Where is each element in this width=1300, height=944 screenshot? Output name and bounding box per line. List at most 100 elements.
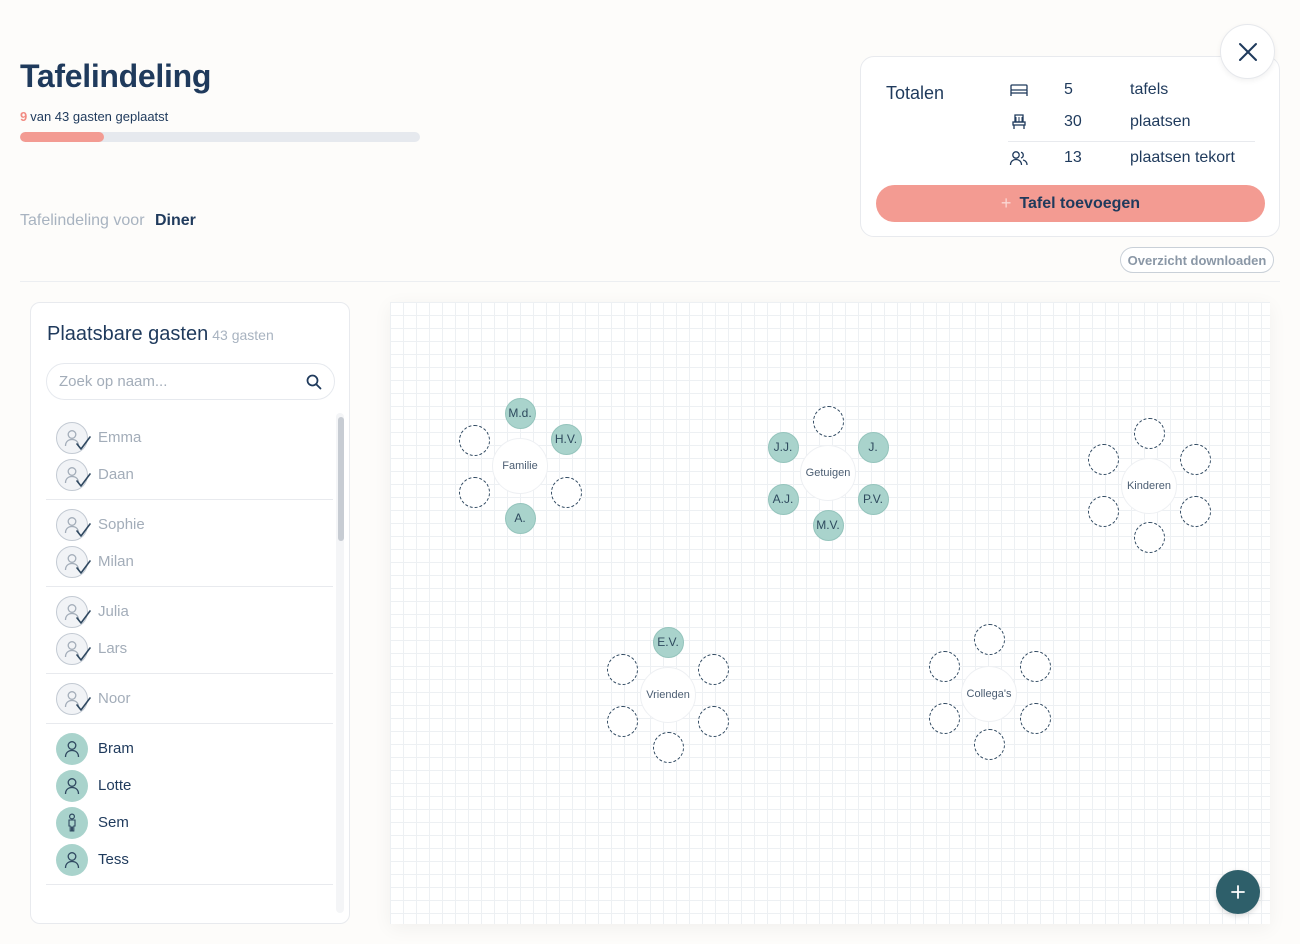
guest-list-item[interactable]: Bram [46,730,333,767]
shortage-count: 13 [1064,148,1082,166]
placed-check-icon [75,472,91,493]
seat-filled[interactable]: E.V. [652,626,684,658]
placed-check-icon [75,646,91,667]
close-icon [1238,42,1257,61]
guest-list-item[interactable]: Lars [46,630,333,667]
child-icon [65,812,79,833]
person-icon [63,850,81,870]
placed-check-icon [75,559,91,580]
guest-name: Sophie [98,516,145,533]
totals-row-seats: 30 plaatsen [1008,106,1255,138]
seat-empty[interactable] [458,424,490,456]
guest-panel-title-text: Plaatsbare gasten [47,323,209,345]
download-overview-button[interactable]: Overzicht downloaden [1120,247,1274,273]
guest-name: Emma [98,429,142,446]
seat-empty[interactable] [1019,650,1051,682]
seat-empty[interactable] [928,702,960,734]
table-center[interactable]: Vrienden [640,667,696,723]
placement-progress-bar [20,132,420,142]
guest-list-item[interactable]: Lotte [46,767,333,804]
placed-check-icon [75,435,91,456]
guest-list-item[interactable]: Julia [46,593,333,630]
header-divider [20,281,1280,282]
page-title: Tafelindeling [20,58,212,94]
placement-progress-text: 9 van 43 gasten geplaatst [20,109,168,124]
table-center[interactable]: Kinderen [1121,458,1177,514]
placed-check-icon [75,522,91,543]
search-icon[interactable] [306,374,322,390]
tables-count: 5 [1064,81,1073,98]
chair-icon [1008,111,1030,133]
placed-check-icon [75,609,91,630]
guest-panel-title: Plaatsbare gasten 43 gasten [47,323,274,346]
guest-group: Sophie Milan [46,500,333,587]
seat-empty[interactable] [697,653,729,685]
add-floating-button[interactable] [1216,870,1260,914]
seat-empty[interactable] [606,653,638,685]
guest-avatar [56,682,91,717]
guest-name: Tess [98,851,129,868]
event-selector-value[interactable]: Diner [155,212,196,229]
plus-icon: + [1000,193,1012,213]
seat-empty[interactable] [1087,495,1119,527]
seat-filled[interactable]: J.J. [767,431,799,463]
seats-count: 30 [1064,113,1082,130]
table-center[interactable]: Getuigen [800,445,856,501]
guest-name: Daan [98,466,134,483]
guest-list-item[interactable]: Noor [46,680,333,717]
guest-group: Emma Daan [46,413,333,500]
seat-empty[interactable] [1133,417,1165,449]
placed-count: 9 [20,109,28,124]
guest-group: Julia Lars [46,587,333,674]
guest-list-scrollbar-thumb[interactable] [338,417,344,541]
guest-avatar [56,732,88,765]
close-button[interactable] [1220,24,1275,79]
table-icon [1008,79,1030,101]
person-icon [63,776,81,796]
seat-empty[interactable] [1019,702,1051,734]
seat-empty[interactable] [1087,443,1119,475]
guest-list-item[interactable]: Daan [46,456,333,493]
table-center[interactable]: Familie [492,438,548,494]
guest-group: Bram Lotte Sem Tess [46,724,333,885]
seat-filled[interactable]: J. [857,431,889,463]
seat-empty[interactable] [1179,443,1211,475]
guest-list-item[interactable]: Sem [46,804,333,841]
seat-empty[interactable] [928,650,960,682]
seat-empty[interactable] [550,476,582,508]
seat-filled[interactable]: M.V. [812,509,844,541]
seating-canvas[interactable]: Familie M.d. H.V. A. Getuigen J. P.V. M.V. A.J. J… [390,302,1270,924]
seat-empty[interactable] [973,728,1005,760]
seat-filled[interactable]: H.V. [550,423,582,455]
seat-empty[interactable] [458,476,490,508]
seat-filled[interactable]: A.J. [767,483,799,515]
guest-list-scrollbar[interactable] [336,413,344,913]
guest-name: Bram [98,740,134,757]
seats-label: plaatsen [1130,113,1191,130]
guest-name: Sem [98,814,129,831]
seat-empty[interactable] [973,623,1005,655]
seat-filled[interactable]: M.d. [504,397,536,429]
guest-list-item[interactable]: Milan [46,543,333,580]
guest-search-box[interactable] [46,363,335,400]
seat-empty[interactable] [697,705,729,737]
totals-card: Totalen 5 tafels 30 plaatsen 13 plaatsen… [860,56,1280,237]
guest-list-item[interactable]: Tess [46,841,333,878]
seat-empty[interactable] [652,731,684,763]
guest-avatar [56,806,88,839]
placed-check-icon [75,696,91,717]
guest-list-item[interactable]: Emma [46,419,333,456]
seat-filled[interactable]: A. [504,502,536,534]
seat-filled[interactable]: P.V. [857,483,889,515]
add-table-button[interactable]: + Tafel toevoegen [876,185,1265,222]
guest-list-item[interactable]: Sophie [46,506,333,543]
table-center[interactable]: Collega's [961,666,1017,722]
guest-name: Lars [98,640,128,657]
seat-empty[interactable] [606,705,638,737]
guest-avatar [56,545,91,580]
seat-empty[interactable] [1133,521,1165,553]
event-selector[interactable]: Tafelindeling voor Diner [20,212,196,230]
seat-empty[interactable] [812,405,844,437]
seat-empty[interactable] [1179,495,1211,527]
guest-search-input[interactable] [59,364,299,399]
